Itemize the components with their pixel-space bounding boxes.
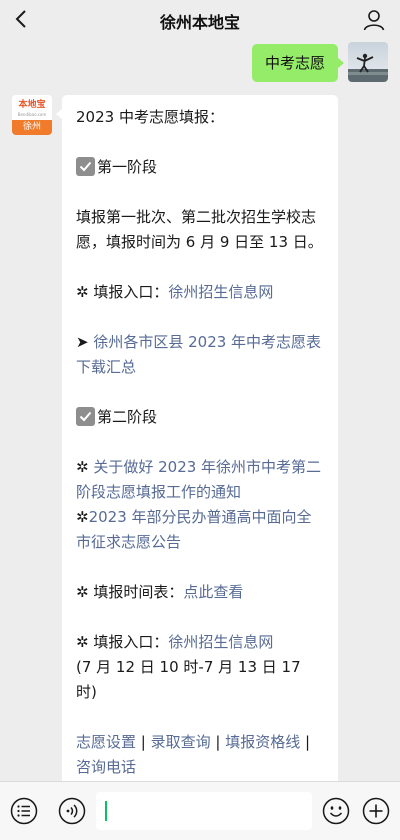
footer-link-volunteer-settings[interactable]: 志愿设置 xyxy=(76,733,136,751)
stage1-entry: ✲ 填报入口：徐州招生信息网 xyxy=(76,280,326,305)
message-input[interactable] xyxy=(96,792,312,830)
menu-button[interactable] xyxy=(10,797,38,825)
stage2-schedule-link[interactable]: 点此查看 xyxy=(183,583,243,601)
chat-area[interactable]: 中考志愿 本地宝 Bendibao.com 徐州 2023 中考志愿填报： 第一… xyxy=(0,40,400,781)
stage2-notice-link[interactable]: 关于做好 2023 年徐州市中考第二阶段志愿填报工作的通知 xyxy=(76,458,321,501)
stage2-entry-label: ✲ 填报入口： xyxy=(76,633,169,651)
user-message-text: 中考志愿 xyxy=(264,54,325,72)
more-button[interactable] xyxy=(362,797,390,825)
voice-icon xyxy=(58,797,86,825)
stage1-heading: 第一阶段 xyxy=(76,155,326,180)
bendibao-logo: 本地宝 Bendibao.com xyxy=(12,95,52,120)
stage2-notice: ✲ 关于做好 2023 年徐州市中考第二阶段志愿填报工作的通知 xyxy=(76,455,326,505)
stage2-time: (7 月 12 日 10 时-7 月 13 日 17 时) xyxy=(76,658,301,701)
emoji-icon xyxy=(322,797,350,825)
stage2-entry-link[interactable]: 徐州招生信息网 xyxy=(168,633,273,651)
stage1-title: 第一阶段 xyxy=(97,158,158,176)
menu-list-icon xyxy=(10,797,38,825)
stage2-title: 第二阶段 xyxy=(97,408,158,426)
checkbox-icon xyxy=(76,157,95,176)
logo-brand: 本地宝 xyxy=(18,100,46,110)
separator: | xyxy=(136,733,151,751)
arrow-prefix: ➤ xyxy=(76,333,94,351)
plus-icon xyxy=(362,797,390,825)
user-avatar[interactable] xyxy=(348,42,388,82)
stage2-heading: 第二阶段 xyxy=(76,405,326,430)
footer-link-qualification-line[interactable]: 填报资格线 xyxy=(225,733,300,751)
footer-link-hotline[interactable]: 咨询电话 xyxy=(76,758,136,776)
text-caret xyxy=(105,801,107,821)
star-prefix: ✲ xyxy=(76,458,94,476)
stage1-description: 填报第一批次、第二批次招生学校志愿，填报时间为 6 月 9 日至 13 日。 xyxy=(76,208,323,251)
logo-domain: Bendibao.com xyxy=(17,112,47,117)
stage2-entry: ✲ 填报入口：徐州招生信息网 xyxy=(76,630,326,655)
profile-button[interactable] xyxy=(360,6,388,34)
title-bar: 徐州本地宝 xyxy=(0,0,400,40)
stage2-schedule: ✲ 填报时间表：点此查看 xyxy=(76,580,326,605)
stage2-schedule-label: ✲ 填报时间表： xyxy=(76,583,184,601)
bot-reply-bubble: 2023 中考志愿填报： 第一阶段 填报第一批次、第二批次招生学校志愿，填报时间… xyxy=(56,95,338,781)
stage2-announce: ✲2023 年部分民办普通高中面向全市征求志愿公告 xyxy=(76,505,326,555)
stage1-entry-label: ✲ 填报入口： xyxy=(76,283,169,301)
stage1-entry-link[interactable]: 徐州招生信息网 xyxy=(168,283,273,301)
stage1-download-link[interactable]: 徐州各市区县 2023 年中考志愿表下载汇总 xyxy=(76,333,321,376)
footer-links: 志愿设置 | 录取查询 | 填报资格线 | 咨询电话 xyxy=(76,730,326,780)
input-toolbar xyxy=(0,781,400,840)
reply-intro: 2023 中考志愿填报： xyxy=(76,108,224,126)
user-message-bubble[interactable]: 中考志愿 xyxy=(251,44,345,82)
person-icon xyxy=(363,10,385,31)
avatar-photo xyxy=(348,42,388,82)
chat-title: 徐州本地宝 xyxy=(159,13,240,32)
separator: | xyxy=(300,733,311,751)
logo-city: 徐州 xyxy=(12,120,52,135)
stage2-announce-link[interactable]: 2023 年部分民办普通高中面向全市征求志愿公告 xyxy=(76,508,312,551)
voice-button[interactable] xyxy=(58,797,86,825)
checkbox-icon xyxy=(76,407,95,426)
emoji-button[interactable] xyxy=(322,797,350,825)
star-prefix: ✲ xyxy=(76,508,89,526)
official-account-avatar[interactable]: 本地宝 Bendibao.com 徐州 xyxy=(12,95,52,135)
separator: | xyxy=(210,733,226,751)
footer-link-admission-query[interactable]: 录取查询 xyxy=(151,733,211,751)
stage1-download: ➤ 徐州各市区县 2023 年中考志愿表下载汇总 xyxy=(76,330,326,380)
